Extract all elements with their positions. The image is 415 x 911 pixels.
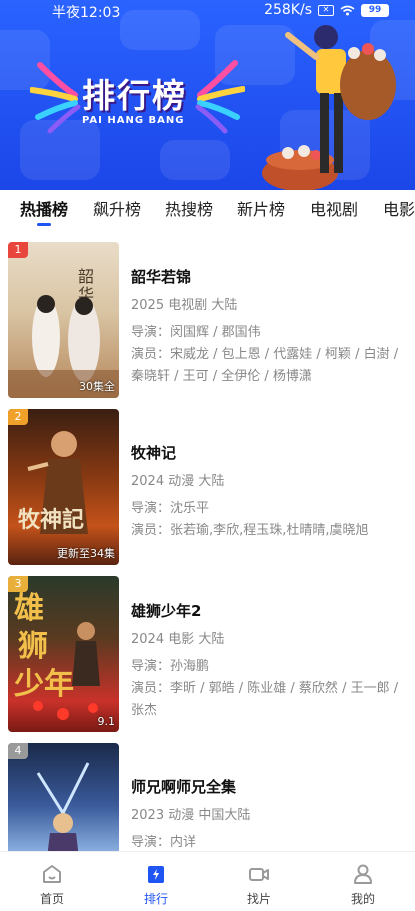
video-camera-icon	[249, 868, 269, 881]
nav-find-label: 找片	[246, 892, 271, 906]
bottom-navigation: 首页 排行 找片 我的	[0, 851, 415, 911]
svg-text:狮: 狮	[18, 629, 48, 664]
user-icon	[354, 864, 372, 884]
status-time: 半夜12:03	[52, 5, 121, 21]
list-item[interactable]: 牧神記 2 更新至34集 牧神记 2024 动漫 大陆 导演：沈乐平 演员：张若…	[0, 409, 415, 579]
rank-badge: 1	[8, 242, 28, 258]
item-cast: 演员：宋威龙 / 包上恩 / 代露娃 / 柯颖 / 白澍 / 秦晓轩 / 王可 …	[131, 347, 399, 384]
rank-badge: 2	[8, 409, 28, 425]
character-illustration	[262, 25, 396, 190]
nav-mine[interactable]: 我的	[311, 852, 415, 911]
tab-new-release[interactable]: 新片榜	[237, 196, 285, 220]
item-meta: 2025 电视剧 大陆	[131, 298, 238, 313]
item-cast: 演员：张若瑜,李欣,程玉珠,杜晴晴,虞晓旭	[131, 523, 369, 538]
item-title[interactable]: 韶华若锦	[131, 266, 191, 287]
nav-home-label: 首页	[39, 892, 64, 906]
svg-text:少年: 少年	[14, 667, 74, 702]
rank-badge: 4	[8, 743, 28, 759]
banner-title: 排行榜	[82, 76, 187, 115]
tab-movie[interactable]: 电影	[383, 196, 415, 220]
banner-subtitle: PAI HANG BANG	[82, 115, 185, 126]
list-item[interactable]: 韶 华 1 30集全 韶华若锦 2025 电视剧 大陆 导演：闵国辉 / 郡国伟…	[0, 242, 415, 412]
episode-badge: 30集全	[79, 380, 115, 393]
tab-tv-series[interactable]: 电视剧	[310, 196, 358, 220]
rating-badge: 9.1	[97, 715, 116, 728]
home-icon	[43, 865, 61, 883]
item-title[interactable]: 牧神记	[131, 442, 176, 463]
list-item[interactable]: 雄 狮 少年 3 9.1 雄狮少年2 2024 电影 大陆 导演：孙海鹏 演员：…	[0, 576, 415, 746]
tab-hot-search[interactable]: 热搜榜	[165, 196, 213, 220]
tab-hot-play[interactable]: 热播榜	[20, 196, 68, 220]
item-director: 导演：孙海鹏	[131, 659, 210, 674]
tab-indicator	[37, 223, 51, 226]
nav-find[interactable]: 找片	[207, 852, 311, 911]
item-director: 导演：沈乐平	[131, 501, 210, 516]
poster-image[interactable]: 韶 华 1 30集全	[8, 242, 119, 398]
ranking-tabs: 热播榜 飙升榜 热搜榜 新片榜 电视剧 电影	[0, 190, 415, 230]
poster-image[interactable]: 4	[8, 743, 119, 851]
ranking-logo: 排行榜 PAI HANG BANG	[30, 55, 245, 135]
ranking-list: 韶 华 1 30集全 韶华若锦 2025 电视剧 大陆 导演：闵国辉 / 郡国伟…	[0, 230, 415, 851]
item-director: 导演：内详	[131, 835, 197, 850]
item-meta: 2024 电影 大陆	[131, 632, 225, 647]
rank-badge: 3	[8, 576, 28, 592]
item-meta: 2023 动漫 中国大陆	[131, 808, 251, 823]
item-title[interactable]: 师兄啊师兄全集	[131, 776, 236, 797]
svg-text:牧神記: 牧神記	[18, 507, 84, 533]
ranking-icon	[148, 866, 164, 883]
episode-badge: 更新至34集	[57, 547, 115, 560]
nav-ranking-label: 排行	[143, 892, 168, 906]
item-cast: 演员：李昕 / 郭皓 / 陈业雄 / 蔡欣然 / 王一郎 / 张杰	[131, 681, 399, 718]
poster-image[interactable]: 牧神記 2 更新至34集	[8, 409, 119, 565]
nav-mine-label: 我的	[350, 892, 375, 906]
item-meta: 2024 动漫 大陆	[131, 474, 225, 489]
item-title[interactable]: 雄狮少年2	[131, 600, 201, 621]
nav-ranking[interactable]: 排行	[104, 852, 208, 911]
svg-text:雄: 雄	[14, 591, 44, 626]
list-item[interactable]: 4 师兄啊师兄全集 2023 动漫 中国大陆 导演：内详	[0, 743, 415, 851]
network-speed: 258K/s	[264, 2, 312, 18]
poster-image[interactable]: 雄 狮 少年 3 9.1	[8, 576, 119, 732]
nav-home[interactable]: 首页	[0, 852, 104, 911]
header-banner: 半夜12:03 258K/s ✕ 99 排行榜 PAI HANG BANG	[0, 0, 415, 190]
item-director: 导演：闵国辉 / 郡国伟	[131, 325, 261, 340]
svg-text:韶: 韶	[78, 267, 94, 286]
battery-icon: 99	[361, 3, 389, 17]
status-bar: 半夜12:03 258K/s ✕ 99	[0, 0, 415, 22]
tab-rising[interactable]: 飙升榜	[93, 196, 141, 220]
notification-icon: ✕	[318, 4, 334, 16]
wifi-icon	[340, 5, 355, 15]
